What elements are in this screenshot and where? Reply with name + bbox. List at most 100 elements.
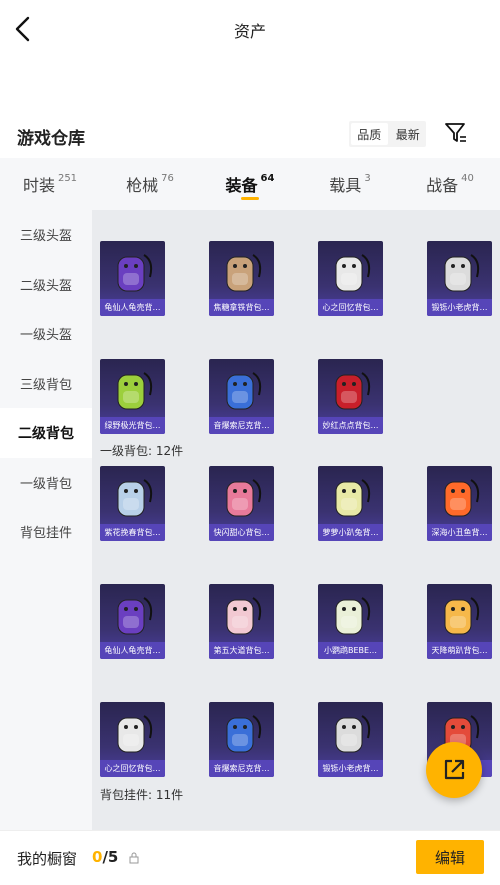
showcase-current: 0 (92, 848, 103, 866)
item-tile[interactable]: 绿野极光背包… (100, 359, 165, 434)
backpack-icon (226, 254, 262, 292)
warehouse-header: 游戏仓库 品质 最新 (0, 115, 500, 155)
sidebar-item-backpack-pendant[interactable]: 背包挂件 (0, 507, 92, 557)
item-tile[interactable]: 萝萝小趴兔背… (318, 466, 383, 541)
item-tile[interactable]: 小鹦鹉BEBE… (318, 584, 383, 659)
item-label: 龟仙人龟壳背… (100, 299, 165, 316)
showcase-label: 我的橱窗 (17, 850, 78, 868)
tab-count: 40 (461, 172, 474, 184)
tab-weapons[interactable]: 枪械 76 (100, 158, 200, 210)
tab-label: 载具 (329, 176, 362, 195)
item-tile[interactable]: 焦糖拿铁背包… (209, 241, 274, 316)
item-tile[interactable]: 锻铄小老虎背… (427, 241, 492, 316)
backpack-icon (117, 479, 153, 517)
item-label: 心之回忆背包… (318, 299, 383, 316)
item-grid: 一级背包: 12件 背包挂件: 11件 龟仙人龟壳背… 焦糖拿铁背包… 心之回忆背包… (92, 210, 500, 830)
item-tile[interactable]: 深海小丑鱼背… (427, 466, 492, 541)
backpack-icon (335, 597, 371, 635)
tab-underline (241, 197, 259, 200)
tab-label: 时装 (22, 176, 55, 195)
backpack-icon (444, 254, 480, 292)
share-icon (444, 759, 465, 780)
item-tile[interactable]: 心之回忆背包… (318, 241, 383, 316)
sort-toggle: 品质 最新 (349, 121, 426, 147)
tab-label: 战备 (426, 176, 459, 195)
page-title: 资产 (233, 22, 266, 41)
item-tile[interactable]: 音爆索尼克背… (209, 702, 274, 777)
backpack-icon (226, 715, 262, 753)
sidebar-item-backpack-3[interactable]: 三级背包 (0, 359, 92, 409)
item-label: 音爆索尼克背… (209, 417, 274, 434)
item-label: 妙红点点背包… (318, 417, 383, 434)
sort-newest-button[interactable]: 最新 (390, 121, 427, 147)
bottom-bar: 我的橱窗 0/5 编辑 (0, 830, 500, 885)
tab-vehicles[interactable]: 载具 3 (300, 158, 400, 210)
item-label: 心之回忆背包… (100, 760, 165, 777)
section-label-level1-backpack: 一级背包: 12件 (100, 444, 184, 458)
filter-icon (445, 123, 466, 142)
section-label-backpack-pendant: 背包挂件: 11件 (100, 788, 184, 802)
item-label: 焦糖拿铁背包… (209, 299, 274, 316)
backpack-icon (335, 715, 371, 753)
item-label: 第五大道背包… (209, 642, 274, 659)
backpack-icon (335, 372, 371, 410)
backpack-icon (117, 372, 153, 410)
item-tile[interactable]: 音爆索尼克背… (209, 359, 274, 434)
item-label: 快闪甜心背包… (209, 524, 274, 541)
item-label: 龟仙人龟壳背… (100, 642, 165, 659)
backpack-icon (335, 254, 371, 292)
tab-count: 76 (161, 172, 174, 184)
item-tile[interactable]: 心之回忆背包… (100, 702, 165, 777)
share-button[interactable] (426, 742, 482, 798)
warehouse-title: 游戏仓库 (17, 129, 85, 149)
item-tile[interactable]: 锻铄小老虎背… (318, 702, 383, 777)
tab-count: 251 (57, 172, 78, 184)
tab-fashion[interactable]: 时装 251 (0, 158, 100, 210)
item-tile[interactable]: 快闪甜心背包… (209, 466, 274, 541)
item-tile[interactable]: 天降萌趴背包… (427, 584, 492, 659)
backpack-icon (117, 254, 153, 292)
backpack-icon (117, 715, 153, 753)
backpack-icon (226, 597, 262, 635)
item-label: 深海小丑鱼背… (427, 524, 492, 541)
backpack-icon (335, 479, 371, 517)
sidebar-item-backpack-2[interactable]: 二级背包 (0, 408, 92, 458)
item-label: 锻铄小老虎背… (427, 299, 492, 316)
sidebar-item-backpack-1[interactable]: 一级背包 (0, 458, 92, 508)
edit-button[interactable]: 编辑 (416, 840, 484, 874)
showcase-count: 0/5 (92, 848, 118, 866)
item-tile[interactable]: 龟仙人龟壳背… (100, 241, 165, 316)
filter-button[interactable] (444, 121, 468, 145)
tab-label: 装备 (225, 176, 258, 195)
backpack-icon (226, 479, 262, 517)
item-label: 紫花挽春背包… (100, 524, 165, 541)
sort-quality-button[interactable]: 品质 (351, 123, 388, 145)
sidebar-item-helmet-1[interactable]: 一级头盔 (0, 309, 92, 359)
sidebar-item-helmet-3[interactable]: 三级头盔 (0, 210, 92, 260)
showcase-total: /5 (102, 848, 119, 866)
tab-label: 枪械 (126, 176, 159, 195)
item-tile[interactable]: 龟仙人龟壳背… (100, 584, 165, 659)
tab-count: 3 (364, 172, 371, 184)
tab-count: 64 (260, 172, 275, 184)
item-label: 萝萝小趴兔背… (318, 524, 383, 541)
item-tile[interactable]: 妙红点点背包… (318, 359, 383, 434)
item-label: 天降萌趴背包… (427, 642, 492, 659)
item-tile[interactable]: 第五大道背包… (209, 584, 274, 659)
category-tabs: 时装 251 枪械 76 装备 64 载具 3 战备 40 (0, 158, 500, 210)
backpack-icon (444, 597, 480, 635)
tab-equipment[interactable]: 装备 64 (200, 158, 300, 210)
tab-supplies[interactable]: 战备 40 (400, 158, 500, 210)
sidebar-item-helmet-2[interactable]: 二级头盔 (0, 260, 92, 310)
item-label: 音爆索尼克背… (209, 760, 274, 777)
backpack-icon (226, 372, 262, 410)
item-label: 锻铄小老虎背… (318, 760, 383, 777)
backpack-icon (117, 597, 153, 635)
sidebar: 三级头盔 二级头盔 一级头盔 三级背包 二级背包 一级背包 背包挂件 (0, 210, 92, 830)
item-label: 小鹦鹉BEBE… (318, 642, 383, 659)
backpack-icon (444, 479, 480, 517)
lock-icon (129, 852, 139, 864)
item-label: 绿野极光背包… (100, 417, 165, 434)
item-tile[interactable]: 紫花挽春背包… (100, 466, 165, 541)
top-bar: 资产 (0, 0, 500, 60)
